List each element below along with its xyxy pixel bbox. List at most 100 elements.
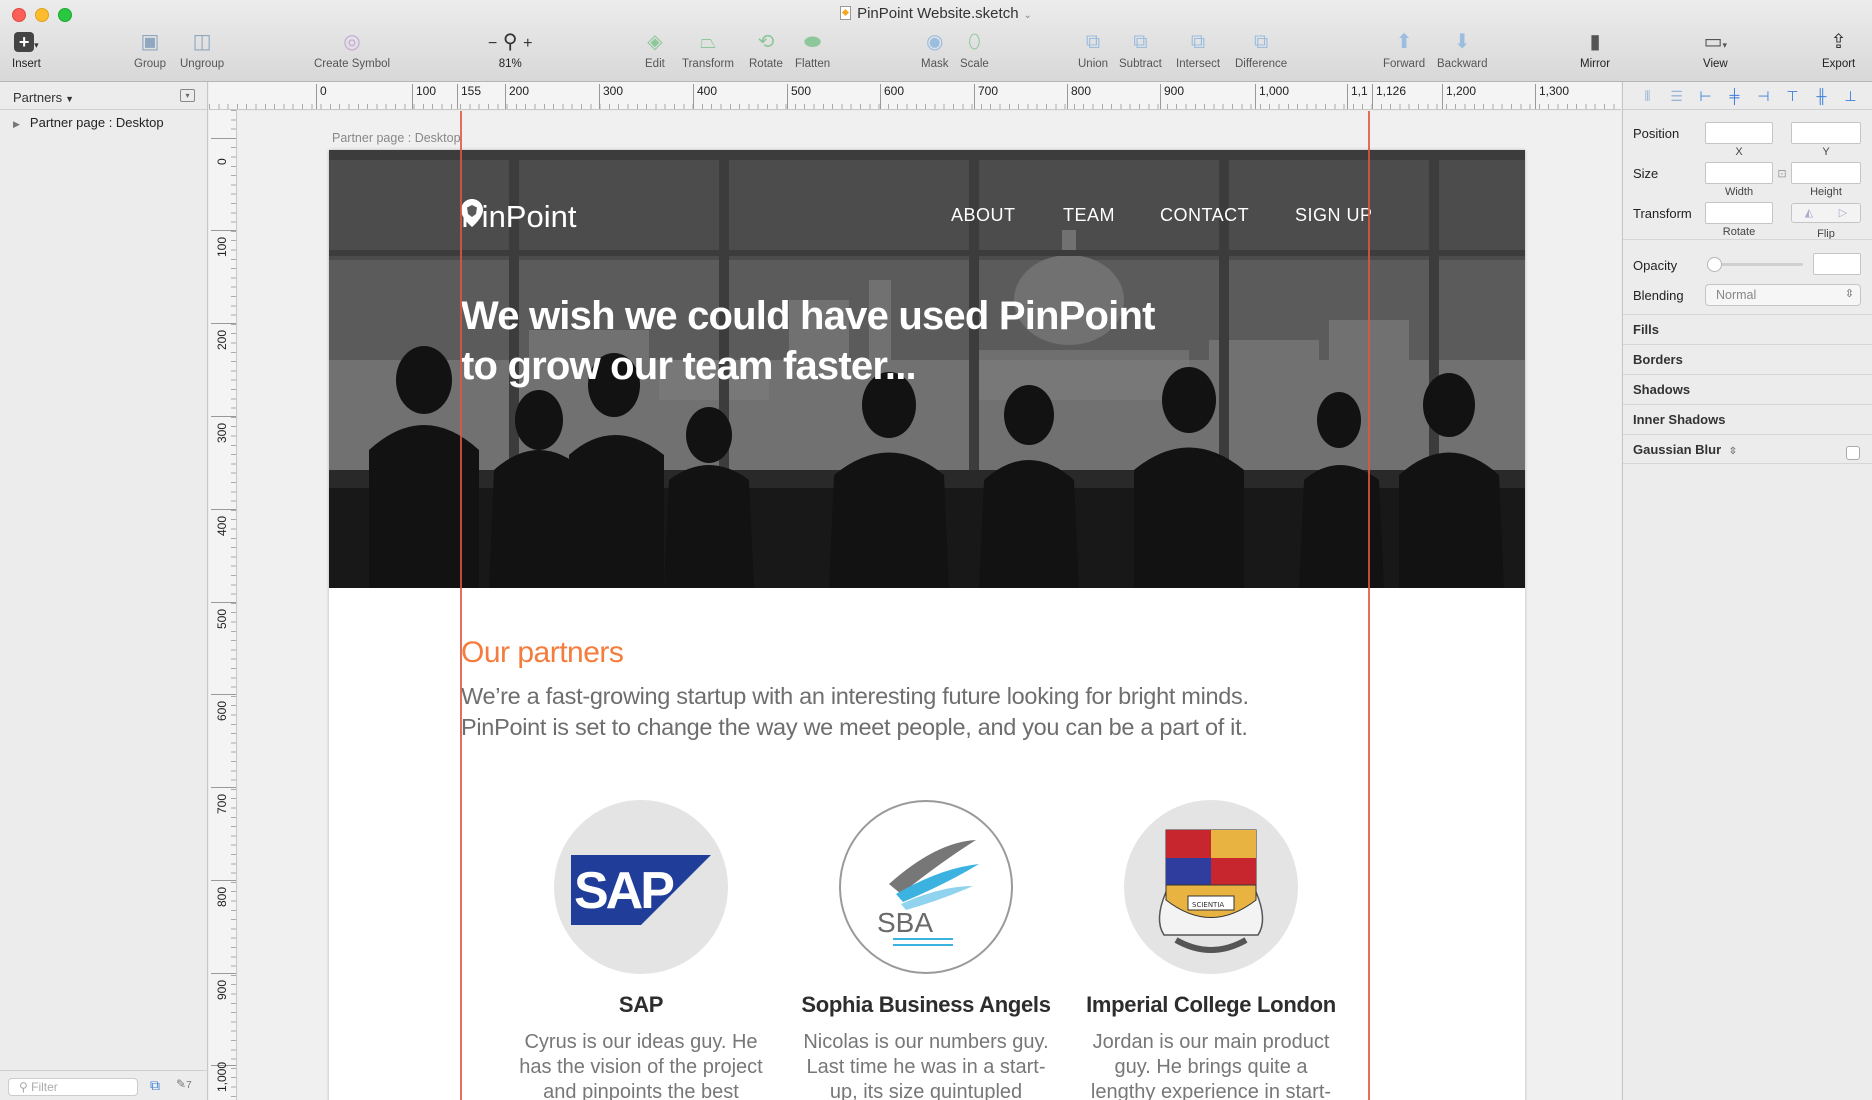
export-icon: ⇪ xyxy=(1830,31,1847,53)
artboard[interactable]: PinPoint ABOUT TEAM CONTACT SIGN UP We w… xyxy=(329,150,1525,1100)
hero-section[interactable]: PinPoint ABOUT TEAM CONTACT SIGN UP We w… xyxy=(329,150,1525,588)
flip-horizontal-icon[interactable]: ◭ xyxy=(1792,204,1826,222)
forward-button[interactable]: ⬆ Forward xyxy=(1383,30,1425,70)
align-top-icon[interactable]: ⊤ xyxy=(1780,86,1805,106)
layout-guide-right[interactable] xyxy=(1368,111,1370,1100)
partner-card-sap[interactable]: SAP SAP Cyrus is our ideas guy. He has t… xyxy=(496,800,786,1100)
mirror-button[interactable]: ▮ Mirror xyxy=(1580,30,1610,70)
pinpoint-logo[interactable]: PinPoint xyxy=(461,199,576,235)
lock-ratio-icon[interactable]: ⊡ xyxy=(1775,167,1789,180)
ruler-tick: 300 xyxy=(599,84,623,109)
gaussian-blur-section[interactable]: Gaussian Blur ⇳ xyxy=(1623,434,1872,464)
gaussian-blur-checkbox[interactable] xyxy=(1846,446,1860,460)
distribute-vertical-icon[interactable]: ☰ xyxy=(1664,86,1689,106)
size-label: Size xyxy=(1633,166,1659,181)
mask-button[interactable]: ◉ Mask xyxy=(921,30,948,70)
rotate-input[interactable] xyxy=(1705,202,1773,224)
scale-button[interactable]: ⬯ Scale xyxy=(960,30,989,70)
create-symbol-button[interactable]: ◎ Create Symbol xyxy=(314,30,390,70)
artboard-label[interactable]: Partner page : Desktop xyxy=(332,131,461,145)
layout-guide-left[interactable] xyxy=(460,111,462,1100)
nav-sign-up[interactable]: SIGN UP xyxy=(1295,205,1373,226)
align-middle-icon[interactable]: ╫ xyxy=(1809,86,1834,106)
disclosure-triangle-icon[interactable]: ▶ xyxy=(13,119,20,129)
zoom-control[interactable]: − ⚲ + 81% xyxy=(488,30,532,70)
partners-intro: We’re a fast-growing startup with an int… xyxy=(461,681,1361,743)
fills-section[interactable]: Fills xyxy=(1623,314,1872,344)
blending-select[interactable]: Normal ⇳ xyxy=(1705,284,1861,306)
subtract-button[interactable]: ⧉ Subtract xyxy=(1119,30,1162,70)
ruler-tick: 400 xyxy=(211,509,236,536)
ruler-tick-label: 600 xyxy=(215,700,229,721)
ungroup-button[interactable]: ◫ Ungroup xyxy=(180,30,224,70)
view-icon: ▭▾ xyxy=(1703,31,1728,53)
edit-slices-icon[interactable]: ✎7 xyxy=(176,1077,192,1091)
title-toolbar: PinPoint Website.sketch ⌄ + ▾ Insert ▣ Gro… xyxy=(0,0,1872,82)
width-input[interactable] xyxy=(1705,162,1773,184)
transform-button[interactable]: ⏢ Transform xyxy=(682,30,734,70)
zoom-in-button[interactable]: + xyxy=(523,35,532,52)
blending-value: Normal xyxy=(1716,288,1757,302)
backward-button[interactable]: ⬇ Backward xyxy=(1437,30,1488,70)
rotate-button[interactable]: ⟲ Rotate xyxy=(749,30,783,70)
opacity-input[interactable] xyxy=(1813,253,1861,275)
ruler-tick: 700 xyxy=(211,787,236,814)
partner-card-sba[interactable]: SBA Sophia Business Angels Nicolas is ou… xyxy=(781,800,1071,1100)
divider xyxy=(1623,239,1872,240)
stepper-icon[interactable]: ⇳ xyxy=(1729,446,1737,457)
partner-card-imperial[interactable]: SCIENTIA Imperial College London Jordan … xyxy=(1066,800,1356,1100)
distribute-horizontal-icon[interactable]: ⫴ xyxy=(1635,86,1660,106)
inner-shadows-section[interactable]: Inner Shadows xyxy=(1623,404,1872,434)
flip-control[interactable]: ◭ ▷ xyxy=(1791,203,1861,223)
rotate-label: Rotate xyxy=(1722,226,1756,238)
flatten-button[interactable]: ⬬ Flatten xyxy=(795,30,830,70)
align-bottom-icon[interactable]: ⊥ xyxy=(1838,86,1863,106)
edit-button[interactable]: ◈ Edit xyxy=(645,30,665,70)
symbol-icon: ◎ xyxy=(343,31,361,53)
view-button[interactable]: ▭▾ View xyxy=(1703,30,1728,70)
ruler-tick-label: 800 xyxy=(215,886,229,907)
page-selector[interactable]: Partners ▼ ▾ xyxy=(0,82,207,110)
sba-logo: SBA xyxy=(839,800,1013,974)
document-title[interactable]: PinPoint Website.sketch ⌄ xyxy=(0,5,1872,22)
align-right-icon[interactable]: ⊣ xyxy=(1751,86,1776,106)
layer-item-artboard[interactable]: ▶ Partner page : Desktop xyxy=(0,110,207,132)
edit-icon: ◈ xyxy=(647,31,663,53)
ruler-tick: 200 xyxy=(211,323,236,350)
insert-button[interactable]: + ▾ Insert xyxy=(12,30,41,70)
nav-contact[interactable]: CONTACT xyxy=(1160,205,1249,226)
export-label: Export xyxy=(1822,58,1856,70)
collapse-pages-icon[interactable]: ▾ xyxy=(180,89,195,102)
position-x-input[interactable] xyxy=(1705,122,1773,144)
nav-about[interactable]: ABOUT xyxy=(951,205,1016,226)
flip-vertical-icon[interactable]: ▷ xyxy=(1826,204,1860,222)
borders-section[interactable]: Borders xyxy=(1623,344,1872,374)
y-label: Y xyxy=(1822,146,1830,158)
ruler-tick-label: 700 xyxy=(215,793,229,814)
filter-input[interactable]: ⚲ Filter xyxy=(8,1078,138,1096)
align-left-icon[interactable]: ⊢ xyxy=(1693,86,1718,106)
ruler-tick: 600 xyxy=(880,84,904,109)
canvas[interactable]: Partner page : Desktop PinPoint ABOUT TE… xyxy=(238,111,1621,1100)
opacity-slider-track[interactable] xyxy=(1709,263,1803,266)
position-label: Position xyxy=(1633,126,1680,141)
height-input[interactable] xyxy=(1791,162,1861,184)
vertical-ruler[interactable]: 0 100 200 300 400 500 600 700 800 900 1,… xyxy=(209,110,237,1100)
group-button[interactable]: ▣ Group xyxy=(134,30,166,70)
shadows-section[interactable]: Shadows xyxy=(1623,374,1872,404)
difference-button[interactable]: ⧉ Difference xyxy=(1235,30,1287,70)
zoom-out-button[interactable]: − xyxy=(488,35,497,52)
partners-heading: Our partners xyxy=(461,636,624,669)
align-center-icon[interactable]: ╪ xyxy=(1722,86,1747,106)
symbols-icon[interactable]: ⧉ xyxy=(150,1077,160,1094)
opacity-slider-knob[interactable] xyxy=(1707,257,1722,272)
intersect-label: Intersect xyxy=(1176,58,1221,70)
nav-team[interactable]: TEAM xyxy=(1063,205,1115,226)
export-button[interactable]: ⇪ Export xyxy=(1822,30,1855,70)
horizontal-ruler[interactable]: 0 100 155 200 300 400 500 600 700 800 90… xyxy=(209,82,1621,110)
intersect-button[interactable]: ⧉ Intersect xyxy=(1176,30,1220,70)
union-button[interactable]: ⧉ Union xyxy=(1078,30,1108,70)
partners-intro-line: PinPoint is set to change the way we mee… xyxy=(461,714,1248,740)
mask-icon: ◉ xyxy=(926,31,944,53)
position-y-input[interactable] xyxy=(1791,122,1861,144)
